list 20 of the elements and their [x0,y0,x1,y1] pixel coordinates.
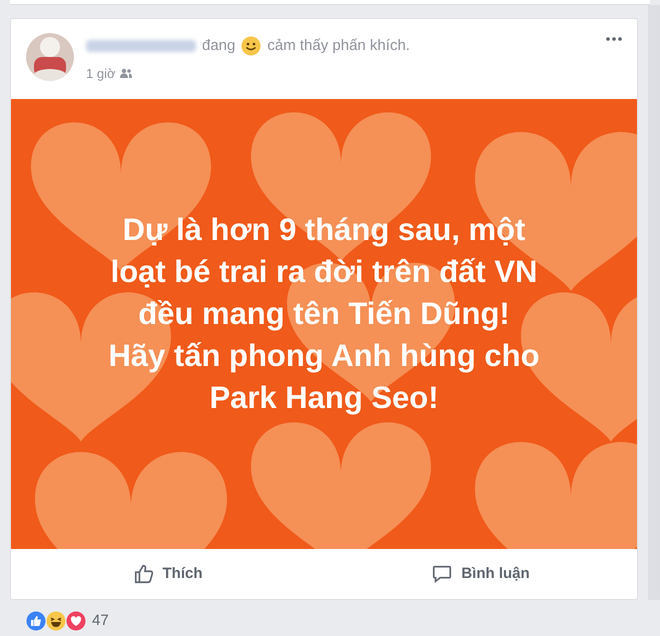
status-text-line: đều mang tên Tiến Dũng! [138,295,510,333]
feeling-text: cảm thấy phấn khích. [267,36,410,56]
speech-bubble-icon [431,563,454,585]
reaction-count[interactable]: 47 [92,610,109,632]
post-time[interactable]: 1 giờ [86,64,116,83]
thumbs-up-icon [132,563,154,585]
status-text-line: Hãy tấn phong Anh hùng cho [108,337,540,375]
like-button[interactable]: Thích [11,562,324,586]
friends-icon [120,68,132,78]
laughing-reaction-icon [46,611,66,632]
smiley-icon [241,36,262,56]
status-text-line: Dự là hơn 9 tháng sau, một [122,211,526,249]
status-text-line: Park Hang Seo! [209,379,439,417]
more-options-icon[interactable] [606,37,622,41]
comment-button[interactable]: Bình luận [324,562,637,586]
heart-reaction-icon [66,611,86,632]
feeling-verb: đang [202,36,236,56]
status-text-line: loạt bé trai ra đời trên đất VN [110,253,538,291]
avatar[interactable] [26,33,74,81]
like-reaction-icon [26,611,46,632]
